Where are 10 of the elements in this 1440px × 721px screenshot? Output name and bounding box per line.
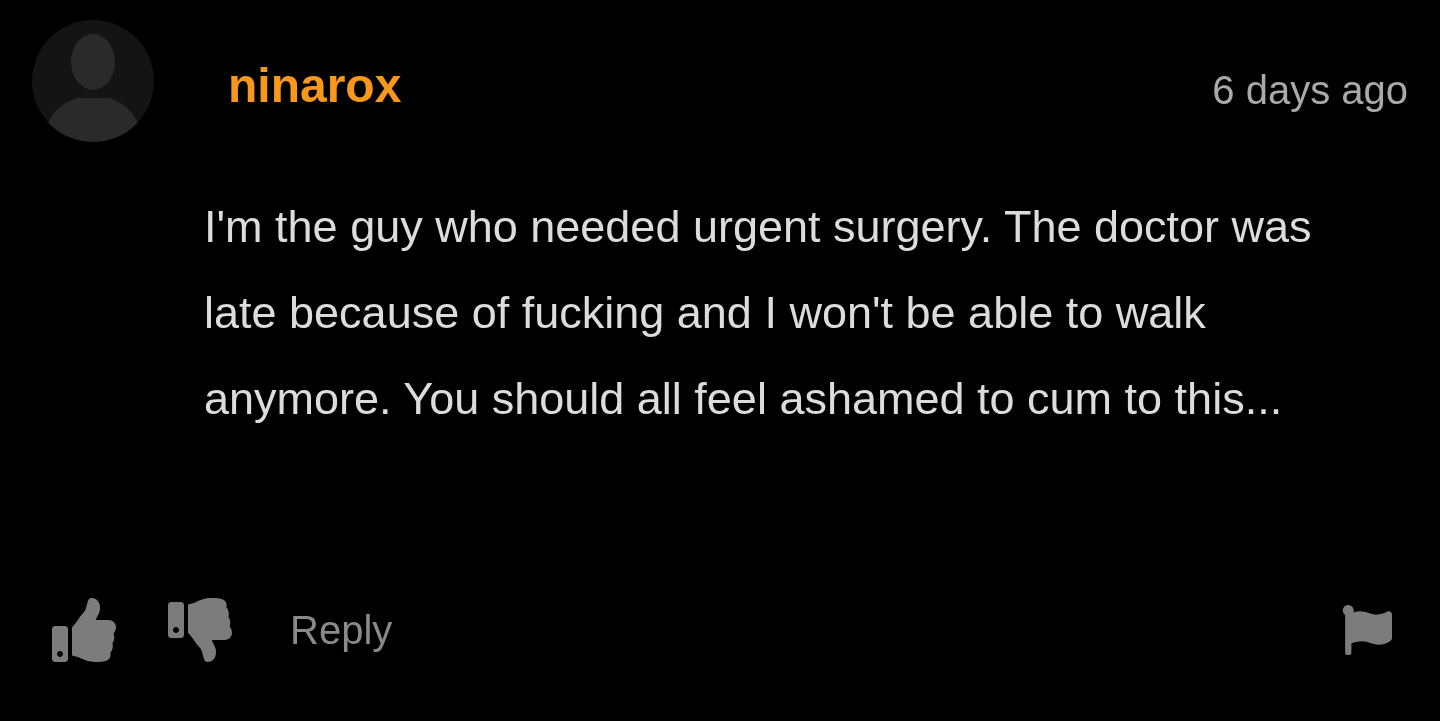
like-button[interactable] — [52, 598, 116, 662]
thumbs-up-icon — [52, 598, 116, 662]
timestamp: 6 days ago — [1212, 70, 1408, 110]
username[interactable]: ninarox — [228, 62, 402, 110]
flag-icon — [1342, 605, 1392, 655]
reply-button[interactable]: Reply — [290, 600, 393, 660]
dislike-button[interactable] — [168, 598, 232, 662]
thumbs-down-icon — [168, 598, 232, 662]
comment-text: I'm the guy who needed urgent surgery. The doctor was late because of fucking and I won't be able to walk anymore. You should all feel ashamed to cum to this... — [204, 200, 1313, 426]
report-button[interactable] — [1342, 605, 1392, 655]
